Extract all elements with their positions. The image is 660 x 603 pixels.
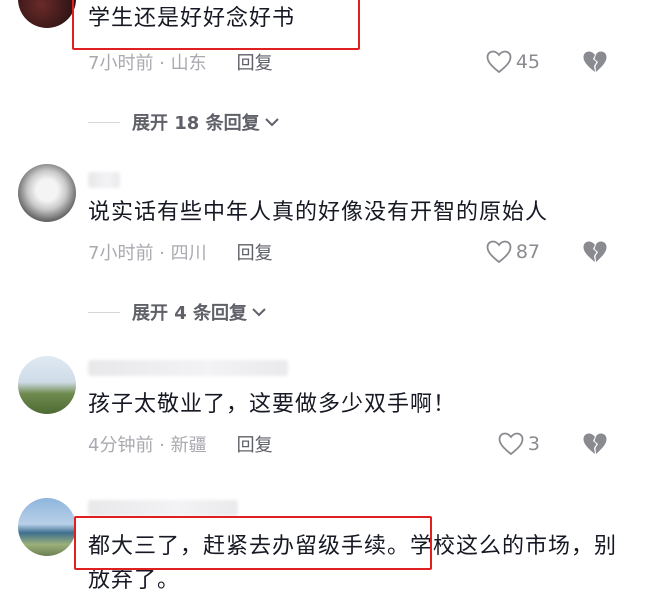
chevron-down-icon xyxy=(252,308,266,317)
avatar[interactable] xyxy=(18,0,76,28)
comment-text: 说实话有些中年人真的好像没有开智的原始人 xyxy=(88,200,549,225)
dislike-button[interactable] xyxy=(582,48,608,76)
divider-line xyxy=(88,311,120,313)
avatar[interactable] xyxy=(18,164,76,222)
divider-line xyxy=(88,121,120,123)
chevron-down-icon xyxy=(264,118,279,127)
like-count: 45 xyxy=(515,51,540,73)
comment-item: 孩子太敬业了，这要做多少双手啊！ 4分钟前 · 新疆 回复 3 xyxy=(0,352,660,472)
comment-item: 都大三了，赶紧去办留级手续。学校这么的市场，别放弃了。 xyxy=(0,494,660,603)
highlight-box xyxy=(74,516,432,570)
comment-meta: 4分钟前 · 新疆 回复 xyxy=(88,430,273,458)
like-button[interactable]: 3 xyxy=(498,430,540,458)
username-blurred xyxy=(88,500,238,516)
broken-heart-icon xyxy=(583,241,607,262)
avatar[interactable] xyxy=(18,356,76,414)
broken-heart-icon xyxy=(583,433,607,454)
expand-label: 展开 4 条回复 xyxy=(132,303,248,324)
reply-button[interactable]: 回复 xyxy=(237,239,273,265)
reply-button[interactable]: 回复 xyxy=(237,49,273,75)
dislike-button[interactable] xyxy=(582,238,608,266)
time-location: 7小时前 · 山东 xyxy=(88,53,207,74)
username-blurred xyxy=(88,172,120,188)
time-location: 4分钟前 · 新疆 xyxy=(88,435,207,456)
expand-replies[interactable]: 展开 18 条回复 xyxy=(88,108,280,136)
avatar[interactable] xyxy=(18,498,76,556)
heart-icon xyxy=(486,240,512,264)
username-blurred xyxy=(88,360,288,376)
heart-icon xyxy=(486,50,512,74)
time-location: 7小时前 · 四川 xyxy=(88,243,207,264)
like-count: 87 xyxy=(515,241,540,263)
expand-replies[interactable]: 展开 4 条回复 xyxy=(88,298,267,326)
comment-item: 说实话有些中年人真的好像没有开智的原始人 7小时前 · 四川 回复 87 展开 … xyxy=(0,160,660,330)
reply-button[interactable]: 回复 xyxy=(237,431,273,457)
like-button[interactable]: 87 xyxy=(486,238,540,266)
comment-item: 学生还是好好念好书 7小时前 · 山东 回复 45 展开 18 条回复 xyxy=(0,0,660,134)
dislike-button[interactable] xyxy=(582,430,608,458)
highlight-box xyxy=(72,0,360,50)
comment-meta: 7小时前 · 山东 回复 xyxy=(88,48,273,76)
comment-meta: 7小时前 · 四川 回复 xyxy=(88,238,273,266)
like-count: 3 xyxy=(527,433,540,455)
like-button[interactable]: 45 xyxy=(486,48,540,76)
broken-heart-icon xyxy=(583,51,607,72)
comment-text: 孩子太敬业了，这要做多少双手啊！ xyxy=(88,392,457,417)
heart-icon xyxy=(498,432,524,456)
expand-label: 展开 18 条回复 xyxy=(132,113,260,134)
